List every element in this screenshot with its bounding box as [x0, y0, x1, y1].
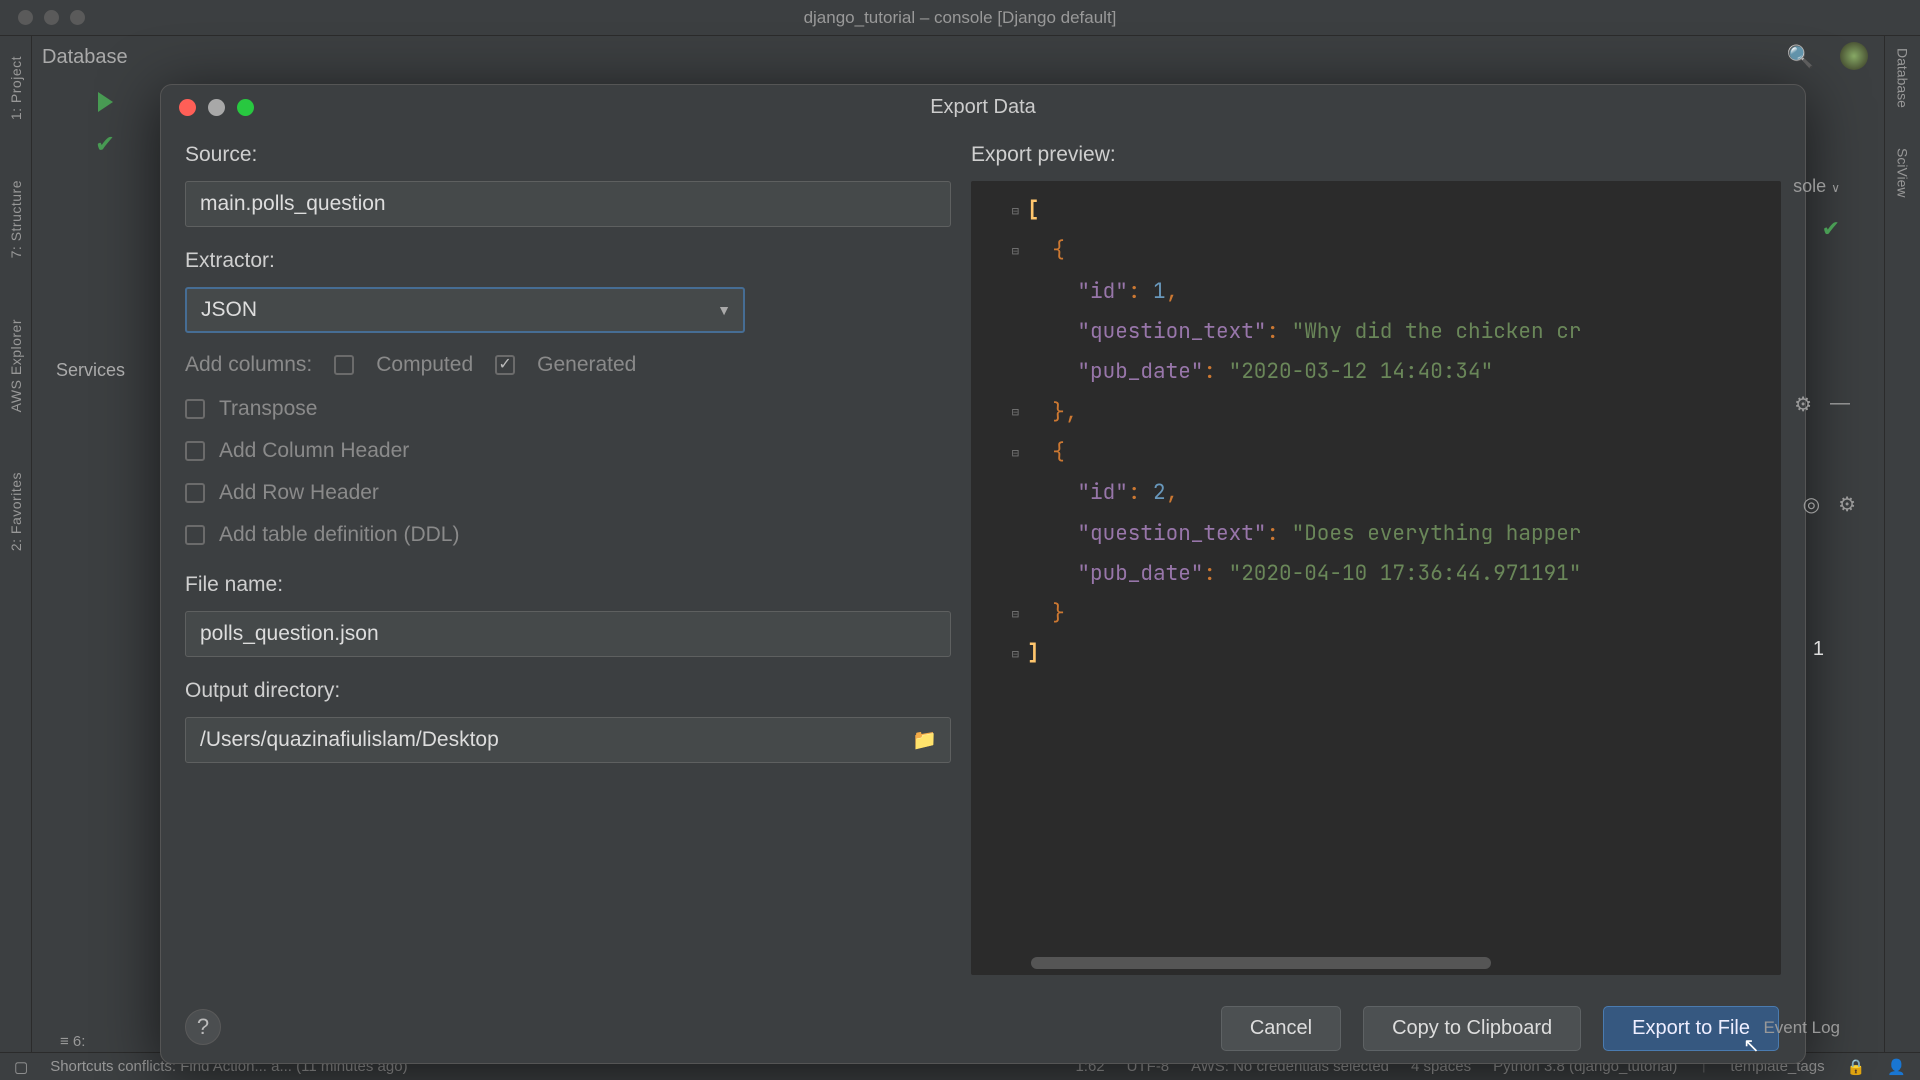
gutter-item-database[interactable]: Database: [1895, 48, 1911, 108]
gutter-item-favorites[interactable]: 2: Favorites: [8, 472, 24, 551]
terminal-line-indicator: ≡ 6:: [60, 1033, 85, 1050]
zoom-window-icon[interactable]: [70, 10, 85, 25]
close-window-icon[interactable]: [18, 10, 33, 25]
dialog-zoom-icon[interactable]: [237, 99, 254, 116]
add-row-header-checkbox[interactable]: [185, 483, 205, 503]
extractor-select[interactable]: ▼: [185, 287, 745, 333]
computed-checkbox[interactable]: [334, 355, 354, 375]
lock-icon[interactable]: 🔒: [1847, 1058, 1866, 1076]
file-name-label: File name:: [185, 573, 951, 597]
search-icon[interactable]: 🔍: [1787, 44, 1814, 70]
dialog-close-icon[interactable]: [179, 99, 196, 116]
minimize-window-icon[interactable]: [44, 10, 59, 25]
add-column-header-label: Add Column Header: [219, 439, 409, 463]
add-ddl-label: Add table definition (DDL): [219, 523, 459, 547]
check-icon: ✔: [1822, 216, 1840, 242]
export-data-dialog: Export Data Source: Extractor: ▼ Add col…: [160, 84, 1806, 1064]
dialog-left-panel: Source: Extractor: ▼ Add columns: Comput…: [161, 137, 971, 993]
left-tool-gutter: 1: Project 7: Structure AWS Explorer 2: …: [0, 36, 32, 1052]
cancel-button[interactable]: Cancel: [1221, 1006, 1341, 1051]
commit-check-icon[interactable]: ✔: [95, 130, 115, 159]
editor-area: Database 🔍 ✔ Export Data Source:: [32, 36, 1884, 1052]
generated-checkbox[interactable]: [495, 355, 515, 375]
hidden-row-count: 1: [1813, 638, 1824, 661]
window-title: django_tutorial – console [Django defaul…: [804, 8, 1117, 28]
output-dir-label: Output directory:: [185, 679, 951, 703]
dialog-right-panel: Export preview: ⊟[ ⊟ { "id": 1, "questio…: [971, 137, 1805, 993]
copy-to-clipboard-button[interactable]: Copy to Clipboard: [1363, 1006, 1581, 1051]
dialog-title-bar: Export Data: [161, 85, 1805, 129]
extractor-label: Extractor:: [185, 249, 951, 273]
generated-label: Generated: [537, 353, 636, 377]
add-row-header-label: Add Row Header: [219, 481, 379, 505]
dialog-footer: ? Cancel Copy to Clipboard Export to Fil…: [161, 993, 1805, 1063]
dialog-traffic-lights: [179, 99, 254, 116]
minimize-icon[interactable]: —: [1830, 392, 1850, 417]
gutter-item-structure[interactable]: 7: Structure: [8, 180, 24, 258]
extractor-value[interactable]: [185, 287, 745, 333]
inspector-icon[interactable]: 👤: [1887, 1058, 1906, 1076]
gear-icon[interactable]: ⚙: [1794, 392, 1812, 417]
services-toolbar-hidden: ⚙ —: [1794, 392, 1850, 417]
output-dir-input[interactable]: [185, 717, 951, 763]
preview-horizontal-scrollbar[interactable]: [1031, 957, 1769, 969]
services-toolbar-hidden-2: ◎ ⚙: [1803, 492, 1856, 517]
gear-icon[interactable]: ⚙: [1838, 492, 1856, 517]
transpose-checkbox[interactable]: [185, 399, 205, 419]
dialog-title: Export Data: [930, 96, 1036, 119]
hidden-console-label: sole ∨: [1793, 176, 1840, 197]
add-columns-label: Add columns:: [185, 353, 312, 377]
file-name-input[interactable]: [185, 611, 951, 657]
computed-label: Computed: [376, 353, 473, 377]
gutter-item-project[interactable]: 1: Project: [8, 56, 24, 120]
add-ddl-checkbox[interactable]: [185, 525, 205, 545]
window-title-bar: django_tutorial – console [Django defaul…: [0, 0, 1920, 36]
top-panel-tabs: Database 🔍: [32, 36, 1884, 78]
export-to-file-button[interactable]: Export to File: [1603, 1006, 1779, 1051]
run-icon[interactable]: [98, 92, 113, 112]
add-column-header-checkbox[interactable]: [185, 441, 205, 461]
run-toolbar: ✔: [80, 78, 130, 1052]
macos-traffic-lights: [18, 10, 85, 25]
right-tool-gutter: Database SciView: [1884, 36, 1920, 1052]
preview-label: Export preview:: [971, 143, 1781, 167]
status-left-icon[interactable]: ▢: [14, 1058, 28, 1076]
source-input[interactable]: [185, 181, 951, 227]
services-label-left[interactable]: Services: [56, 360, 125, 381]
transpose-label: Transpose: [219, 397, 317, 421]
gutter-item-aws-explorer[interactable]: AWS Explorer: [8, 319, 24, 412]
target-icon[interactable]: ◎: [1803, 492, 1820, 517]
gutter-item-sciview[interactable]: SciView: [1895, 148, 1911, 198]
user-avatar[interactable]: [1840, 42, 1868, 70]
event-log-label[interactable]: Event Log: [1763, 1018, 1840, 1038]
dialog-minimize-icon: [208, 99, 225, 116]
source-label: Source:: [185, 143, 951, 167]
export-preview[interactable]: ⊟[ ⊟ { "id": 1, "question_text": "Why di…: [971, 181, 1781, 975]
database-panel-label[interactable]: Database: [42, 46, 128, 69]
help-button[interactable]: ?: [185, 1009, 221, 1045]
